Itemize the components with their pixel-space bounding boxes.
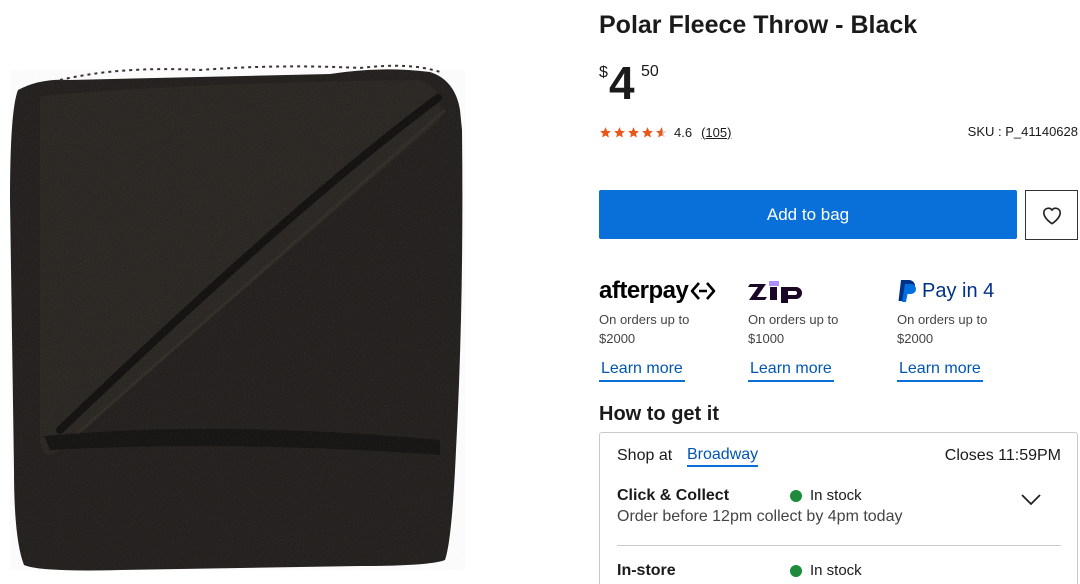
in-stock-dot-icon xyxy=(790,489,802,502)
fulfilment-box: Shop at Broadway Closes 11:59PM Click & … xyxy=(599,432,1078,584)
price-currency: $ xyxy=(599,64,608,81)
product-image xyxy=(0,0,580,584)
paypal-pay-in-4: Pay in 4 xyxy=(922,279,995,302)
in-store-title: In-store xyxy=(617,562,676,579)
afterpay-learn-more-link[interactable]: Learn more xyxy=(599,360,685,382)
product-rating: 4.6 (105) xyxy=(599,123,731,141)
product-title: Polar Fleece Throw - Black xyxy=(599,11,918,39)
paypal-learn-more-link[interactable]: Learn more xyxy=(897,360,983,382)
star-icon xyxy=(628,126,639,138)
click-collect-status: In stock xyxy=(790,487,862,504)
click-collect-status-text: In stock xyxy=(810,487,862,504)
product-sku: SKU : P_41140628 xyxy=(967,124,1078,139)
blanket-image xyxy=(10,64,465,571)
chevron-down-icon[interactable] xyxy=(1020,493,1042,507)
paypal-limit: On orders up to $2000 xyxy=(897,312,988,346)
star-icon xyxy=(642,126,653,138)
afterpay-arrows-icon xyxy=(691,282,716,300)
price-whole: 4 xyxy=(609,57,635,109)
in-store-status: In stock xyxy=(790,562,862,579)
rating-stars xyxy=(599,126,668,139)
wishlist-button[interactable] xyxy=(1025,190,1078,240)
afterpay-limit: On orders up to $2000 xyxy=(599,312,690,346)
zip-logo xyxy=(748,275,888,307)
star-icon xyxy=(614,126,625,138)
afterpay-wordmark: afterpay xyxy=(599,277,689,304)
shop-at-label: Shop at xyxy=(617,447,673,464)
divider xyxy=(617,545,1061,546)
click-collect-title: Click & Collect xyxy=(617,487,730,504)
paypal-logo: Pay in 4 xyxy=(897,275,1037,307)
zip-option: On orders up to $1000 Learn more xyxy=(748,275,888,382)
half-star-icon xyxy=(656,126,667,138)
store-selector-link[interactable]: Broadway xyxy=(687,446,759,467)
add-to-bag-button[interactable]: Add to bag xyxy=(599,190,1017,239)
rating-score: 4.6 xyxy=(674,124,693,140)
star-icon xyxy=(600,126,611,138)
review-count-link[interactable]: (105) xyxy=(701,125,731,140)
afterpay-option: afterpay On orders up to $2000 Learn more xyxy=(599,275,739,382)
price-cents: 50 xyxy=(641,63,659,80)
heart-icon xyxy=(1042,207,1061,225)
zip-limit: On orders up to $1000 xyxy=(748,312,839,346)
zip-logo-icon xyxy=(748,281,802,303)
zip-learn-more-link[interactable]: Learn more xyxy=(748,360,834,382)
click-collect-subtitle: Order before 12pm collect by 4pm today xyxy=(617,508,903,525)
paypal-icon xyxy=(898,280,916,302)
how-to-get-it-heading: How to get it xyxy=(599,403,719,425)
in-stock-dot-icon xyxy=(790,564,802,577)
store-closing-time: Closes 11:59PM xyxy=(944,447,1061,464)
paypal-option: Pay in 4 On orders up to $2000 Learn more xyxy=(897,275,1037,382)
in-store-status-text: In stock xyxy=(810,562,862,579)
afterpay-logo: afterpay xyxy=(599,275,739,307)
